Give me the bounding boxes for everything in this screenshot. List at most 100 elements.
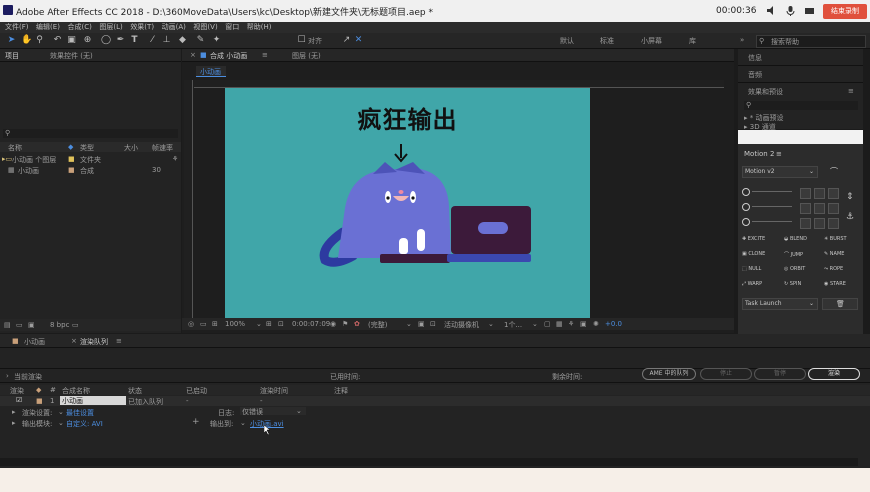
- clone-stamp-tool-icon[interactable]: ⊥: [162, 36, 171, 45]
- render-settings-value[interactable]: 最佳设置: [66, 408, 94, 418]
- column-size[interactable]: 大小: [124, 143, 138, 153]
- pause-button[interactable]: 暂停: [754, 368, 806, 380]
- stare-button[interactable]: ◉ STARE: [824, 281, 846, 287]
- close-icon[interactable]: ×: [190, 51, 196, 59]
- tab-render-queue[interactable]: 渲染队列: [80, 337, 108, 347]
- chevron-down-icon[interactable]: ⌄: [406, 320, 412, 328]
- project-row[interactable]: ▸▭ 小动画 个图层 ■ 文件夹 ⚘: [0, 155, 181, 165]
- motion-version-select[interactable]: Motion v2 ⌄: [742, 166, 818, 178]
- slider-knob[interactable]: [742, 218, 750, 226]
- mask-icon[interactable]: ⊞: [212, 320, 218, 328]
- chevron-down-icon[interactable]: ⌄: [58, 408, 64, 416]
- menu-animation[interactable]: 动画(A): [162, 22, 186, 33]
- anchor-button[interactable]: [828, 203, 839, 214]
- snap-grid-icon[interactable]: ✕: [354, 36, 363, 45]
- selection-tool-icon[interactable]: ➤: [7, 36, 16, 45]
- camera-snapshot-icon[interactable]: ◉: [330, 320, 336, 328]
- burst-button[interactable]: ✳ BURST: [824, 236, 847, 242]
- ame-queue-button[interactable]: AME 中的队列: [642, 368, 696, 380]
- render-queue-row[interactable]: ☑ ■ 1 小动画 已加入队列 - -: [0, 396, 870, 406]
- stop-button[interactable]: 停止: [700, 368, 752, 380]
- anchor-button[interactable]: [814, 218, 825, 229]
- excite-button[interactable]: ✚ EXCITE: [742, 236, 765, 242]
- column-number[interactable]: #: [50, 386, 56, 394]
- roto-brush-tool-icon[interactable]: ✎: [196, 36, 205, 45]
- output-module-value[interactable]: 自定义: AVI: [66, 419, 103, 429]
- column-type[interactable]: 类型: [80, 143, 94, 153]
- camera-tool-icon[interactable]: ▣: [67, 36, 76, 45]
- anchor-button[interactable]: [814, 203, 825, 214]
- flowchart-icon[interactable]: ⚘: [172, 155, 178, 163]
- column-render-time[interactable]: 渲染时间: [260, 386, 288, 396]
- comp-breadcrumb[interactable]: 小动画: [196, 66, 226, 77]
- interpret-footage-icon[interactable]: ▤: [4, 321, 11, 329]
- current-timecode[interactable]: 0:00:07:09: [292, 320, 330, 328]
- project-search-input[interactable]: ⚲: [3, 129, 178, 138]
- spin-button[interactable]: ↻ SPIN: [784, 281, 801, 287]
- microphone-icon[interactable]: [785, 5, 796, 16]
- column-name[interactable]: 名称: [8, 143, 22, 153]
- stop-recording-button[interactable]: 结束录制: [823, 4, 867, 19]
- exposure-icon[interactable]: ✺: [593, 320, 599, 328]
- snap-checkbox[interactable]: ☐: [297, 36, 306, 45]
- column-comment[interactable]: 注释: [334, 386, 348, 396]
- delete-icon[interactable]: ▭: [72, 321, 79, 329]
- tab-layer[interactable]: 图层 (无): [292, 51, 321, 61]
- puppet-pin-tool-icon[interactable]: ✦: [212, 36, 221, 45]
- text-tool-icon[interactable]: T: [130, 36, 139, 45]
- blend-button[interactable]: ◒ BLEND: [784, 236, 807, 242]
- expand-arrow-icon[interactable]: ▸: [12, 408, 16, 416]
- slider-knob[interactable]: [742, 188, 750, 196]
- expand-arrow-icon[interactable]: ▸: [12, 419, 16, 427]
- workspace-small-screen[interactable]: 小屏幕: [641, 36, 662, 46]
- bit-depth[interactable]: 8 bpc: [50, 321, 69, 329]
- pan-behind-tool-icon[interactable]: ⊕: [83, 36, 92, 45]
- menu-file[interactable]: 文件(F): [5, 22, 29, 33]
- panel-menu-icon[interactable]: ≡: [776, 150, 782, 158]
- color-channels-icon[interactable]: ✿: [354, 320, 360, 328]
- chevron-down-icon[interactable]: ⌄: [240, 419, 246, 427]
- camera-select[interactable]: 活动摄像机: [444, 320, 479, 330]
- anchor-vertical-icon[interactable]: ⇕: [846, 192, 854, 202]
- tab-composition[interactable]: 合成 小动画: [210, 51, 247, 61]
- chevron-down-icon[interactable]: ⌄: [58, 419, 64, 427]
- horizontal-scrollbar[interactable]: [0, 458, 858, 466]
- grid-icon[interactable]: ⊞: [266, 320, 272, 328]
- views-select[interactable]: 1个...: [504, 320, 522, 330]
- zoom-tool-icon[interactable]: ⚲: [35, 36, 44, 45]
- anchor-icon[interactable]: ⚓: [846, 212, 854, 222]
- region-icon[interactable]: ⊡: [278, 320, 284, 328]
- anchor-button[interactable]: [800, 218, 811, 229]
- workspace-default[interactable]: 默认: [560, 36, 574, 46]
- transparency-grid-icon[interactable]: ▣: [418, 320, 425, 328]
- exposure-value[interactable]: +0.0: [605, 320, 622, 328]
- ellipse-tool-icon[interactable]: ◯: [101, 36, 111, 45]
- chevron-down-icon[interactable]: ⌄: [488, 320, 494, 328]
- null-button[interactable]: ⬚ NULL: [742, 266, 761, 272]
- label-column-icon[interactable]: ◆: [36, 386, 41, 394]
- panel-menu-icon[interactable]: ≡: [848, 87, 854, 95]
- new-folder-icon[interactable]: ▭: [16, 321, 23, 329]
- slider-knob[interactable]: [742, 203, 750, 211]
- task-launch-select[interactable]: Task Launch ⌄: [742, 298, 818, 310]
- search-help-input[interactable]: ⚲ 搜索帮助: [756, 35, 866, 48]
- slider-track[interactable]: [752, 221, 792, 222]
- jump-button[interactable]: ⌒ JUMP: [784, 251, 803, 258]
- timeline-icon[interactable]: ▦: [556, 320, 563, 328]
- info-panel[interactable]: 信息: [738, 49, 863, 66]
- name-button[interactable]: ✎ NAME: [824, 251, 844, 257]
- menu-edit[interactable]: 编辑(E): [36, 22, 60, 33]
- cat-illustration[interactable]: [225, 88, 590, 318]
- toggle-pixel-icon[interactable]: ▢: [544, 320, 551, 328]
- eraser-tool-icon[interactable]: ◆: [178, 36, 187, 45]
- graph-icon[interactable]: ⌒: [830, 166, 838, 177]
- column-status[interactable]: 状态: [128, 386, 142, 396]
- tab-effect-controls[interactable]: 效果控件 (无): [50, 51, 93, 61]
- panel-menu-icon[interactable]: ≡: [262, 51, 268, 59]
- snapshot-icon[interactable]: ◎: [188, 320, 194, 328]
- row-comp-name[interactable]: 小动画: [60, 396, 126, 405]
- speaker-icon[interactable]: [766, 5, 777, 16]
- delete-task-button[interactable]: 🗑: [822, 298, 858, 310]
- zoom-level[interactable]: 100%: [225, 320, 245, 328]
- draft-3d-icon[interactable]: ▣: [580, 320, 587, 328]
